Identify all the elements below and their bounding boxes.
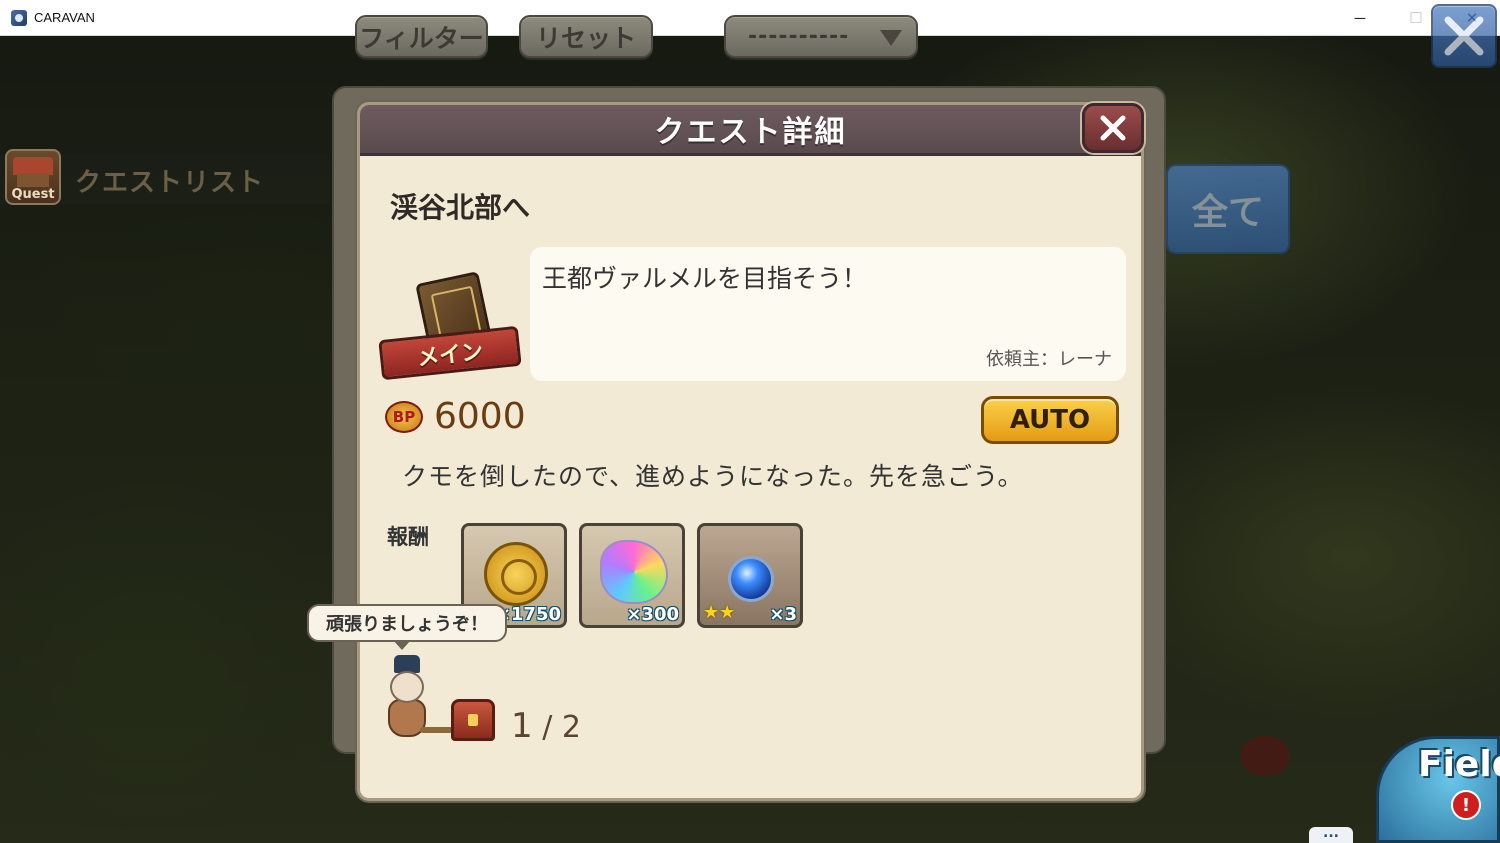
window-title: CARAVAN (34, 10, 95, 25)
blue-orb-icon (728, 556, 774, 602)
quest-description-box: 王都ヴァルメルを目指そう！ 依頼主：レーナ (530, 247, 1126, 381)
reward-quantity: ×300 (626, 604, 679, 625)
quest-client: 依頼主：レーナ (986, 349, 1112, 370)
character-avatar (386, 655, 428, 737)
progress-total: 2 (561, 710, 581, 745)
alert-icon: ! (1451, 790, 1481, 820)
sort-dropdown[interactable]: ---------- (724, 15, 918, 58)
dialog-close-button[interactable] (1082, 103, 1144, 153)
close-icon (1444, 16, 1484, 56)
quest-icon[interactable]: Quest (5, 149, 61, 205)
treasure-chest-icon (451, 699, 495, 741)
reward-label: 報酬 (387, 525, 429, 549)
progress-current: 1 (511, 706, 533, 746)
minimize-button[interactable]: ─ (1332, 0, 1388, 36)
all-filter-button[interactable]: 全て (1166, 164, 1290, 254)
badge-ribbon: メイン (378, 325, 522, 381)
auto-button[interactable]: AUTO (981, 396, 1119, 444)
app-icon (11, 9, 27, 26)
bp-value: 6000 (434, 396, 526, 437)
reward-item-crystal[interactable]: ×300 (579, 523, 685, 628)
quest-name: 渓谷北部へ (390, 191, 531, 224)
rarity-stars: ★★ (703, 602, 736, 623)
reward-quantity: ×3 (769, 604, 797, 625)
bp-icon: BP (385, 401, 423, 433)
reward-item-orb[interactable]: ★★ ×3 (697, 523, 803, 628)
dialog-header: クエスト詳細 (360, 105, 1141, 156)
quest-list-label: クエストリスト (75, 168, 265, 198)
progress-separator: / (542, 710, 553, 745)
filter-button[interactable]: フィルター (355, 15, 488, 58)
progress-counter: 1 / 2 (511, 706, 581, 746)
badge-label: メイン (416, 339, 485, 372)
main-quest-badge: メイン (378, 271, 522, 385)
field-button-label: Field (1418, 744, 1500, 785)
sort-dropdown-value: ---------- (748, 24, 850, 49)
quest-detail-dialog: クエスト詳細 渓谷北部へ メイン 王都ヴァルメルを目指そう！ 依頼主：レーナ B… (357, 102, 1144, 801)
close-screen-button[interactable] (1431, 4, 1497, 68)
dropdown-arrow-icon (880, 30, 902, 46)
reset-button[interactable]: リセット (519, 15, 653, 58)
quest-icon-label: Quest (11, 187, 55, 202)
quest-message: クモを倒したので、進めようになった。先を急ごう。 (402, 462, 1024, 491)
character-speech-bubble: 頑張りましょうぞ！ (307, 604, 507, 650)
more-options-button[interactable]: ... (1309, 826, 1353, 843)
dialog-title: クエスト詳細 (654, 115, 847, 150)
close-icon (1100, 115, 1126, 141)
gold-coin-icon (484, 542, 548, 606)
rainbow-crystal-icon (600, 540, 668, 604)
quest-description: 王都ヴァルメルを目指そう！ (542, 264, 868, 293)
